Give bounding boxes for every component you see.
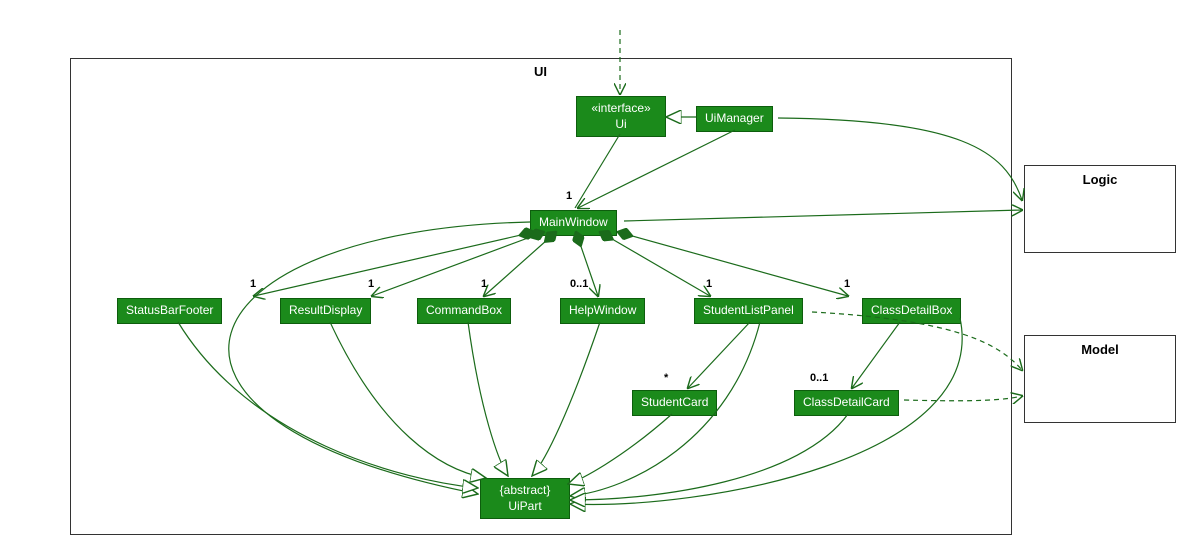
mult-statusbar: 1 [250,278,256,290]
class-studentlistpanel-name: StudentListPanel [703,303,794,317]
class-commandbox: CommandBox [417,298,511,324]
class-statusbar: StatusBarFooter [117,298,222,324]
class-ui: «interface» Ui [576,96,666,137]
class-uipart-name: UiPart [508,499,541,513]
class-classdetailcard: ClassDetailCard [794,390,899,416]
class-statusbar-name: StatusBarFooter [126,303,213,317]
class-uipart-stereotype: {abstract} [500,483,551,497]
mult-stupanel: 1 [706,278,712,290]
class-ui-stereotype: «interface» [591,101,650,115]
class-helpwindow: HelpWindow [560,298,645,324]
external-model: Model [1024,335,1176,423]
external-model-label: Model [1081,342,1119,357]
class-uimanager: UiManager [696,106,773,132]
external-logic: Logic [1024,165,1176,253]
mult-mainwindow: 1 [566,190,572,202]
external-logic-label: Logic [1083,172,1118,187]
class-classdetailbox-name: ClassDetailBox [871,303,952,317]
class-resultdisplay-name: ResultDisplay [289,303,362,317]
class-studentlistpanel: StudentListPanel [694,298,803,324]
mult-resultdisp: 1 [368,278,374,290]
class-uimanager-name: UiManager [705,111,764,125]
class-studentcard: StudentCard [632,390,717,416]
package-ui [70,58,1012,535]
class-studentcard-name: StudentCard [641,395,708,409]
mult-stucard: * [664,372,668,384]
class-mainwindow-name: MainWindow [539,215,608,229]
class-classdetailbox: ClassDetailBox [862,298,961,324]
class-mainwindow: MainWindow [530,210,617,236]
mult-clsbox: 1 [844,278,850,290]
class-helpwindow-name: HelpWindow [569,303,636,317]
class-commandbox-name: CommandBox [426,303,502,317]
class-resultdisplay: ResultDisplay [280,298,371,324]
package-ui-label: UI [534,64,547,79]
mult-helpwin: 0..1 [570,278,588,290]
class-classdetailcard-name: ClassDetailCard [803,395,890,409]
class-ui-name: Ui [615,117,626,131]
mult-clscard: 0..1 [810,372,828,384]
class-uipart: {abstract} UiPart [480,478,570,519]
mult-cmdbox: 1 [481,278,487,290]
